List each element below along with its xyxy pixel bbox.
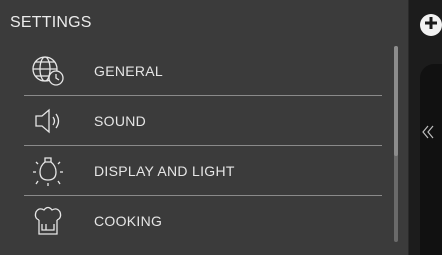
- collapse-button[interactable]: [418, 124, 438, 144]
- settings-panel: SETTINGS GENERAL SOUND DISPLAY AND LIGHT…: [0, 0, 409, 255]
- plus-circle-icon: [424, 16, 438, 35]
- double-chevron-left-icon: [420, 124, 436, 145]
- globe-clock-icon: [24, 51, 72, 91]
- menu-item-label: SOUND: [94, 112, 147, 129]
- page-title: SETTINGS: [10, 14, 92, 31]
- menu-item-label: DISPLAY AND LIGHT: [94, 162, 235, 179]
- light-bulb-icon: [24, 151, 72, 191]
- menu-item-label: COOKING: [94, 212, 163, 229]
- chef-hat-icon: [24, 201, 72, 241]
- settings-menu-list: GENERAL SOUND DISPLAY AND LIGHT COOKING: [24, 46, 382, 245]
- speaker-icon: [24, 101, 72, 141]
- scrollbar[interactable]: [394, 46, 398, 242]
- side-panel-edge: [420, 64, 442, 255]
- add-button[interactable]: [420, 14, 442, 36]
- scrollbar-thumb[interactable]: [394, 46, 398, 156]
- settings-screen: SETTINGS GENERAL SOUND DISPLAY AND LIGHT…: [0, 0, 442, 255]
- menu-item-general[interactable]: GENERAL: [24, 46, 382, 96]
- menu-item-cooking[interactable]: COOKING: [24, 196, 382, 245]
- menu-item-label: GENERAL: [94, 62, 164, 79]
- menu-item-sound[interactable]: SOUND: [24, 96, 382, 146]
- menu-item-display-and-light[interactable]: DISPLAY AND LIGHT: [24, 146, 382, 196]
